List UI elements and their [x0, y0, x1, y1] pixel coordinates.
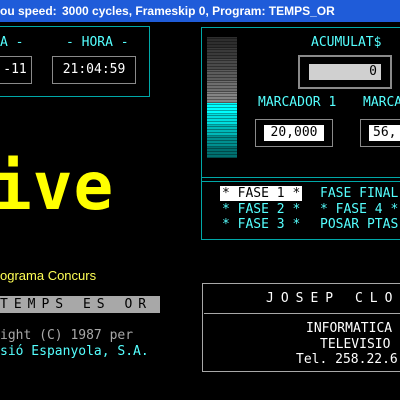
- copyright-line-2: sió Espanyola, S.A.: [0, 344, 149, 359]
- meter-segment: [207, 136, 237, 147]
- meter-segment: [207, 92, 237, 103]
- date-value: -11: [3, 62, 27, 77]
- menu-fase-1[interactable]: * FASE 1 *: [220, 186, 303, 201]
- credits-line-1: INFORMATICA I: [306, 321, 400, 336]
- acumulat-value: 0: [369, 64, 377, 79]
- hora-value: 21:04:59: [62, 62, 126, 77]
- cycles-status: 3000 cycles, Frameskip 0, Program: TEMPS…: [62, 4, 335, 18]
- marcador2-box: 56,: [360, 119, 400, 147]
- marcador1-value: 20,000: [270, 125, 318, 140]
- credits-divider: [204, 313, 400, 314]
- window-titlebar: ou speed: 3000 cycles, Frameskip 0, Prog…: [0, 0, 400, 22]
- acumulat-field: 0: [309, 64, 381, 80]
- marcador2-value: 56,: [373, 125, 397, 140]
- marcador2-label: MARCA: [363, 95, 400, 110]
- hora-value-box: 21:04:59: [52, 56, 136, 84]
- level-meter: [207, 37, 237, 161]
- speed-label: ou speed:: [0, 4, 57, 18]
- menu-fase-3[interactable]: * FASE 3 *: [222, 217, 300, 232]
- author-name: JOSEP CLO: [266, 291, 400, 306]
- meter-segment: [207, 81, 237, 92]
- copyright-line-1: ight (C) 1987 per: [0, 328, 134, 343]
- menu-posar-ptas[interactable]: POSAR PTAS: [320, 217, 398, 232]
- date-label: A -: [0, 35, 24, 50]
- meter-segment: [207, 37, 237, 48]
- meter-segment: [207, 125, 237, 136]
- hora-label: - HORA -: [66, 35, 129, 50]
- marcador2-field: 56,: [369, 125, 400, 141]
- meter-segment: [207, 147, 237, 158]
- emulator-screen[interactable]: A - - HORA - -11 21:04:59 ive ograma Con…: [0, 22, 400, 400]
- programa-text: ograma Concurs: [0, 268, 97, 283]
- temps-es-or-text: TEMPS ES OR: [0, 297, 153, 312]
- acumulat-box: 0: [298, 55, 392, 89]
- marcador1-box: 20,000: [255, 119, 333, 147]
- acumulat-label: ACUMULAT$: [311, 35, 382, 50]
- menu-fase-2[interactable]: * FASE 2 *: [222, 202, 300, 217]
- meter-segment: [207, 48, 237, 59]
- credits-phone: Tel. 258.22.6: [296, 352, 398, 367]
- meter-segment: [207, 103, 237, 114]
- date-value-box: -11: [0, 56, 32, 84]
- menu-fase-final[interactable]: FASE FINAL: [320, 186, 398, 201]
- credits-line-2: TELEVISIO: [320, 337, 391, 352]
- menu-fase-4[interactable]: * FASE 4 *: [320, 202, 398, 217]
- temps-es-or-bar: TEMPS ES OR: [0, 296, 160, 313]
- meter-segment: [207, 70, 237, 81]
- meter-segment: [207, 59, 237, 70]
- marcador1-field: 20,000: [264, 125, 324, 141]
- marcador1-label: MARCADOR 1: [258, 95, 337, 110]
- meter-segment: [207, 114, 237, 125]
- logo-word: ive: [0, 148, 115, 225]
